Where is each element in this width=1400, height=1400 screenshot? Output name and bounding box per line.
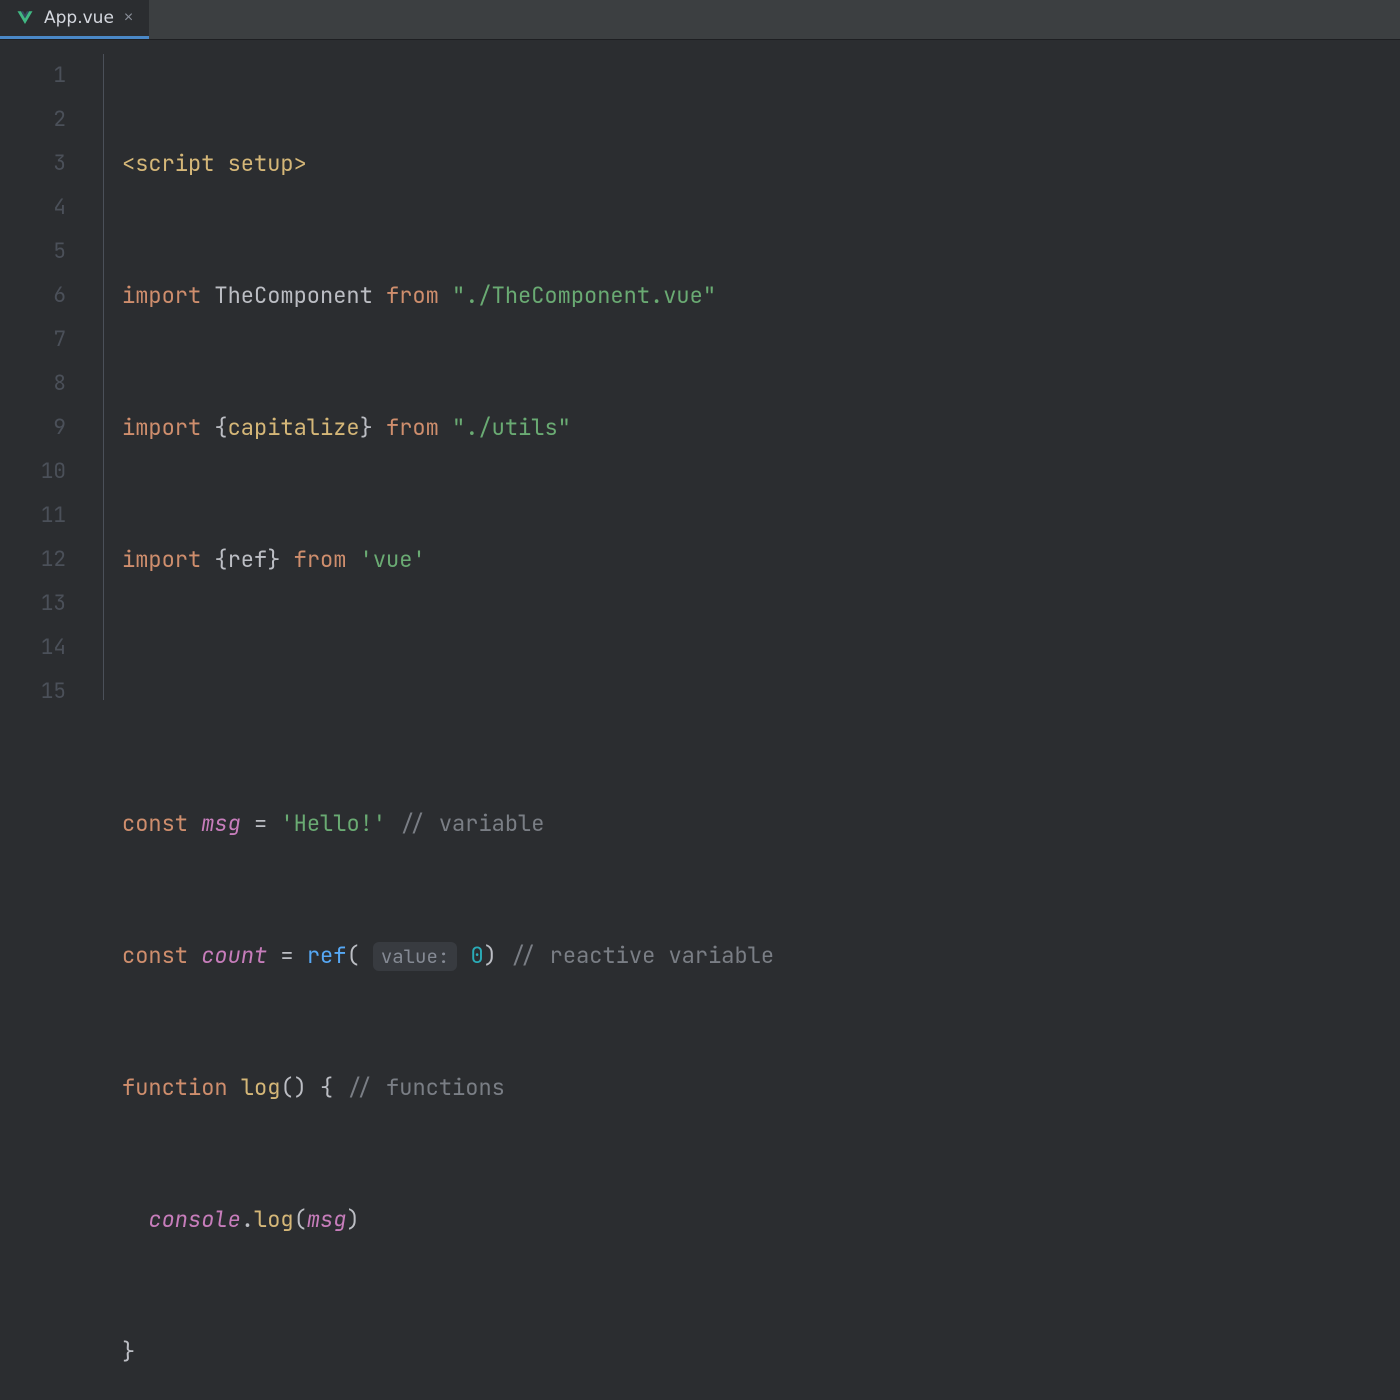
- code-content[interactable]: <script setup> import TheComponent from …: [122, 40, 800, 700]
- identifier: capitalize: [228, 413, 360, 442]
- line-number-gutter: 1 2 3 4 5 6 7 8 9 10 11 12 13 14 15: [0, 40, 100, 700]
- code-line[interactable]: [122, 670, 800, 714]
- line-number: 9: [0, 406, 66, 450]
- fold-guide-line: [103, 54, 104, 700]
- line-number: 6: [0, 274, 66, 318]
- line-number: 5: [0, 230, 66, 274]
- inlay-hint: value:: [373, 942, 457, 971]
- variable: count: [201, 941, 267, 970]
- comment: // functions: [346, 1073, 504, 1102]
- code-editor[interactable]: 1 2 3 4 5 6 7 8 9 10 11 12 13 14 15 <scr…: [0, 40, 1400, 700]
- string: "./TheComponent.vue": [452, 281, 716, 310]
- tag-name: script: [135, 149, 214, 178]
- function-call: ref: [307, 941, 347, 970]
- keyword: import: [122, 413, 201, 442]
- keyword: const: [122, 809, 188, 838]
- line-number: 2: [0, 98, 66, 142]
- number: 0: [457, 941, 483, 970]
- tag-attr: setup: [214, 149, 293, 178]
- line-number: 8: [0, 362, 66, 406]
- comment: // reactive variable: [497, 941, 774, 970]
- line-number: 12: [0, 538, 66, 582]
- keyword: from: [386, 413, 439, 442]
- function-name: log: [241, 1073, 281, 1102]
- tag-open: <: [122, 149, 135, 178]
- argument: msg: [307, 1205, 347, 1234]
- code-line[interactable]: }: [122, 1330, 800, 1374]
- line-number: 1: [0, 54, 66, 98]
- line-number: 7: [0, 318, 66, 362]
- code-line[interactable]: const msg = 'Hello!' // variable: [122, 802, 800, 846]
- tag-close: >: [294, 149, 307, 178]
- keyword: import: [122, 281, 201, 310]
- line-number: 10: [0, 450, 66, 494]
- code-line[interactable]: import TheComponent from "./TheComponent…: [122, 274, 800, 318]
- vue-file-icon: [16, 9, 34, 27]
- keyword: const: [122, 941, 188, 970]
- comment: // variable: [386, 809, 544, 838]
- code-line[interactable]: function log() { // functions: [122, 1066, 800, 1110]
- code-line[interactable]: import {ref} from 'vue': [122, 538, 800, 582]
- string: 'vue': [360, 545, 426, 574]
- code-line[interactable]: console.log(msg): [122, 1198, 800, 1242]
- tab-bar: App.vue ×: [0, 0, 1400, 40]
- identifier: ref: [228, 545, 268, 574]
- global-object: console: [148, 1205, 240, 1234]
- line-number: 15: [0, 670, 66, 714]
- method: log: [254, 1205, 294, 1234]
- line-number: 3: [0, 142, 66, 186]
- code-line[interactable]: import {capitalize} from "./utils": [122, 406, 800, 450]
- editor-tab[interactable]: App.vue ×: [0, 0, 149, 39]
- string: 'Hello!': [280, 809, 386, 838]
- line-number: 4: [0, 186, 66, 230]
- code-line[interactable]: const count = ref( value: 0) // reactive…: [122, 934, 800, 978]
- fold-gutter: [100, 40, 122, 700]
- identifier: TheComponent: [214, 281, 372, 310]
- string: "./utils": [452, 413, 571, 442]
- line-number: 13: [0, 582, 66, 626]
- keyword: from: [294, 545, 347, 574]
- tab-filename: App.vue: [44, 8, 114, 28]
- keyword: from: [386, 281, 439, 310]
- close-icon[interactable]: ×: [124, 9, 133, 27]
- keyword: function: [122, 1073, 228, 1102]
- keyword: import: [122, 545, 201, 574]
- line-number: 14: [0, 626, 66, 670]
- line-number: 11: [0, 494, 66, 538]
- variable: msg: [201, 809, 241, 838]
- code-line[interactable]: <script setup>: [122, 142, 800, 186]
